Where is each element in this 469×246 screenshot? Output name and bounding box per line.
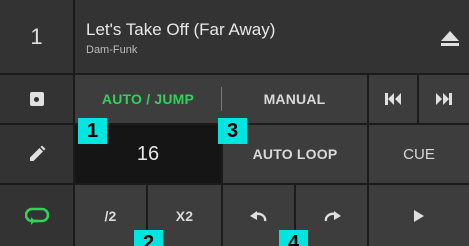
tab-auto-jump[interactable]: AUTO / JUMP bbox=[75, 75, 221, 123]
auto-loop-label: AUTO LOOP bbox=[252, 146, 338, 162]
eject-icon bbox=[441, 31, 459, 46]
loop-size-value: 16 bbox=[136, 142, 160, 165]
cue-label: CUE bbox=[403, 145, 435, 163]
tab-manual[interactable]: MANUAL bbox=[222, 75, 367, 123]
edit-button[interactable] bbox=[0, 125, 73, 183]
next-track-button[interactable] bbox=[419, 75, 469, 123]
pencil-edit-icon bbox=[29, 145, 45, 161]
redo-arc-icon bbox=[324, 210, 341, 221]
callout-badge-4: 4 bbox=[279, 230, 308, 246]
record-square-icon bbox=[29, 92, 44, 106]
undo-arc-icon bbox=[249, 210, 266, 221]
eject-button[interactable] bbox=[439, 30, 461, 48]
loop-mode-button[interactable] bbox=[0, 185, 73, 246]
play-button[interactable] bbox=[369, 185, 469, 246]
loop-icon bbox=[24, 207, 49, 225]
callout-badge-3: 3 bbox=[218, 118, 247, 144]
skip-previous-icon bbox=[385, 93, 401, 105]
callout-badge-2: 2 bbox=[134, 230, 163, 246]
deck-number: 1 bbox=[30, 23, 43, 49]
callout-badge-1: 1 bbox=[78, 118, 107, 144]
track-artist: Dam-Funk bbox=[86, 44, 138, 56]
track-header[interactable]: Let's Take Off (Far Away) Dam-Funk bbox=[75, 0, 469, 73]
cue-button[interactable]: CUE bbox=[369, 125, 469, 183]
record-button[interactable] bbox=[0, 75, 73, 123]
tab-auto-jump-label: AUTO / JUMP bbox=[101, 91, 195, 107]
deck-number-cell[interactable]: 1 bbox=[0, 0, 73, 73]
halve-loop-label: /2 bbox=[104, 207, 117, 224]
track-title: Let's Take Off (Far Away) bbox=[86, 20, 276, 39]
tab-manual-label: MANUAL bbox=[263, 91, 326, 107]
skip-next-icon bbox=[436, 93, 452, 105]
double-loop-label: X2 bbox=[175, 207, 194, 224]
previous-track-button[interactable] bbox=[369, 75, 417, 123]
play-icon bbox=[414, 209, 424, 222]
